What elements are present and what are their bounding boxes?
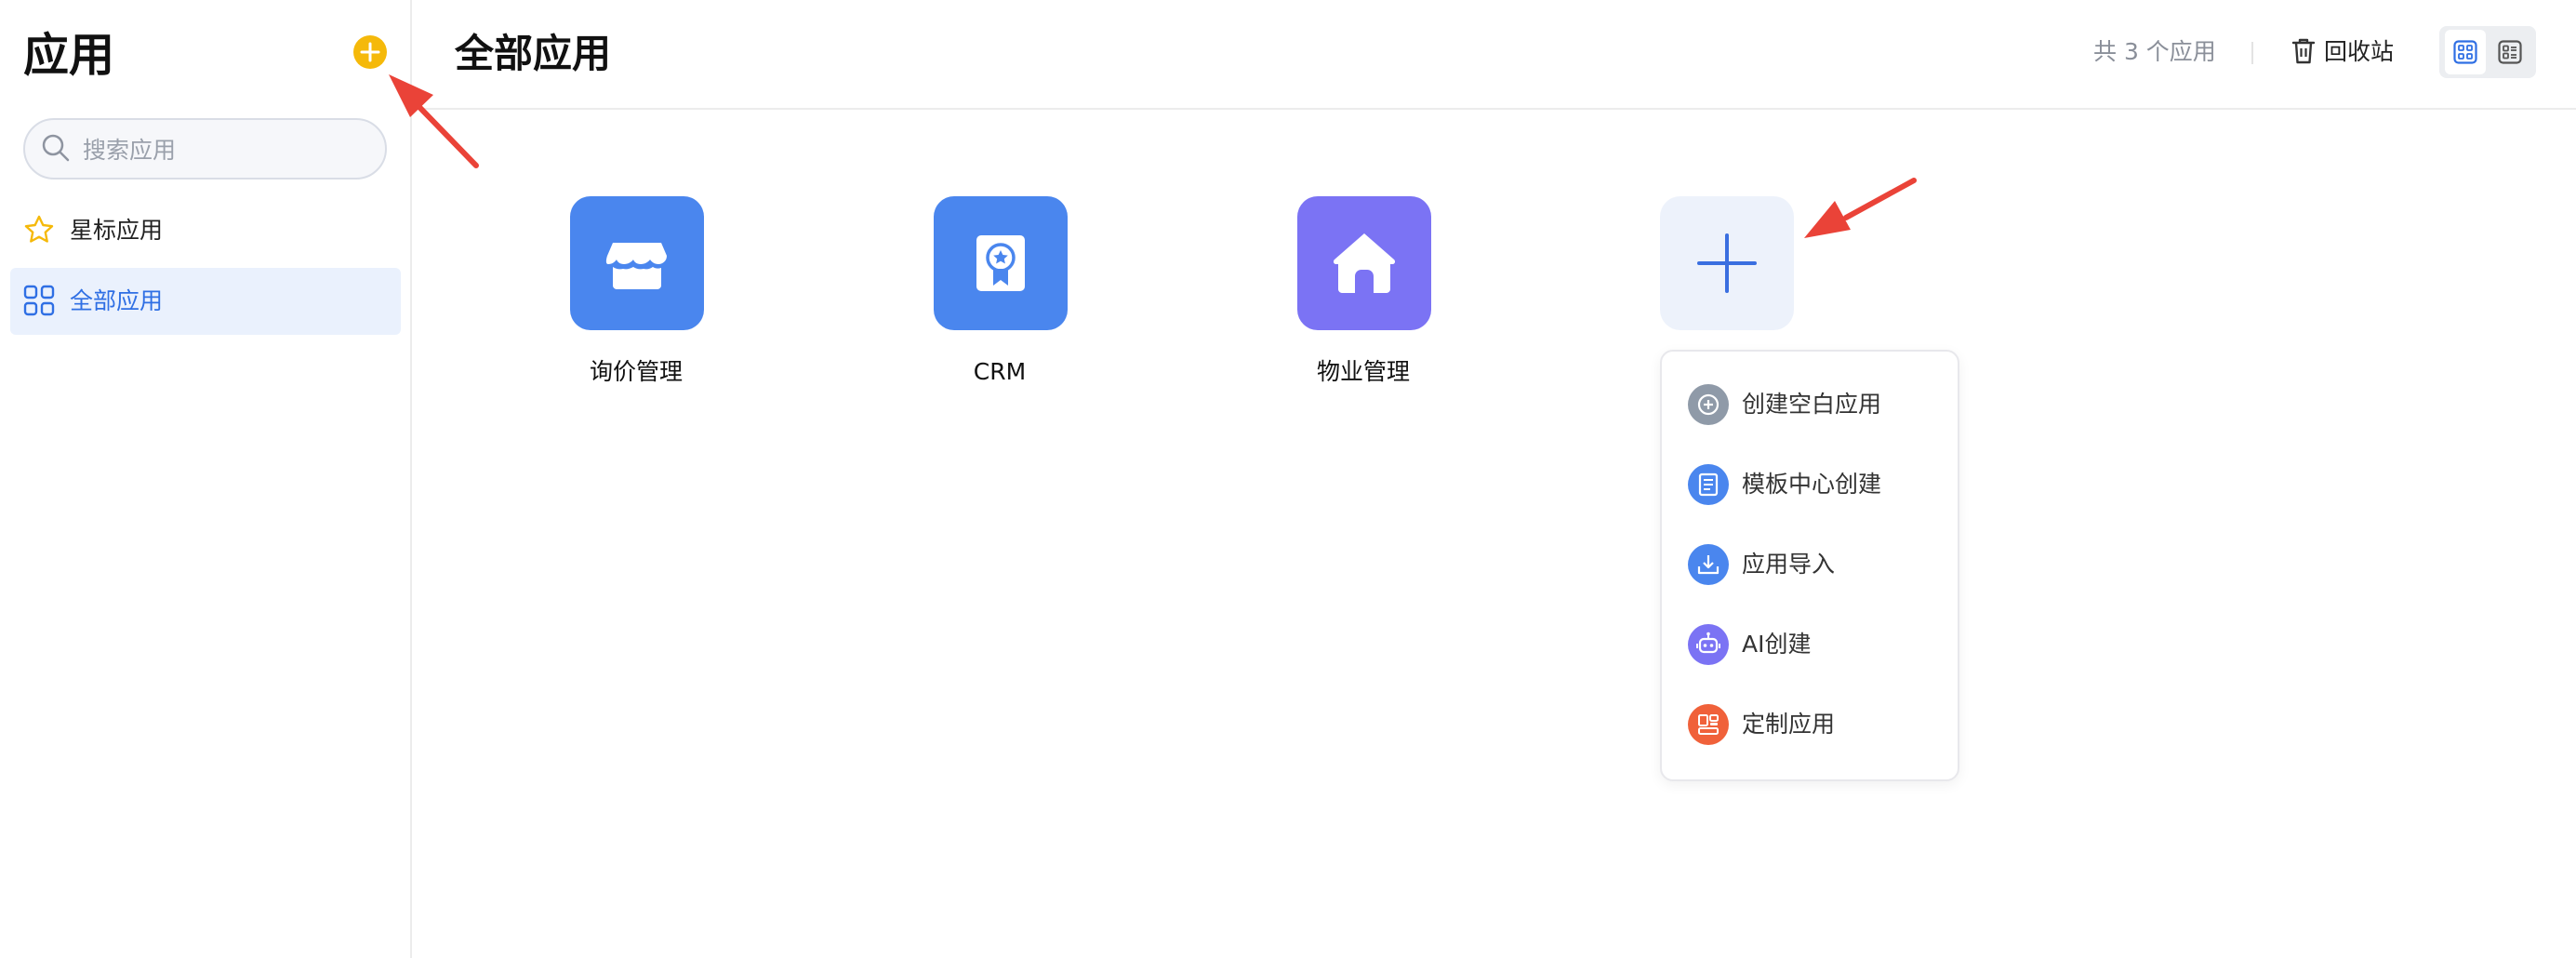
- plus-icon: [360, 42, 380, 62]
- menu-item-custom-app[interactable]: 定制应用: [1662, 685, 1958, 765]
- sidebar-item-starred[interactable]: 星标应用: [10, 197, 401, 264]
- sidebar-title: 应用: [23, 29, 115, 82]
- sidebar: 应用 星标应用 全部应用: [0, 0, 412, 958]
- robot-icon: [1688, 624, 1729, 665]
- badge-icon: [976, 235, 1025, 291]
- create-app-menu: 创建空白应用 模板中心创建 应用导入 AI创建 定制应用: [1660, 350, 1959, 781]
- menu-item-label: 应用导入: [1742, 551, 1836, 578]
- plus-circle-icon: [1688, 384, 1729, 425]
- add-app-button[interactable]: [353, 35, 387, 69]
- import-icon: [1688, 544, 1729, 585]
- app-tile[interactable]: [934, 196, 1068, 330]
- app-name: 询价管理: [589, 358, 683, 385]
- grid-view-button[interactable]: [2445, 30, 2486, 74]
- store-icon: [605, 243, 667, 289]
- page-title: 全部应用: [455, 31, 612, 76]
- create-app-tile[interactable]: [1660, 196, 1794, 330]
- sidebar-item-label: 星标应用: [70, 217, 164, 244]
- header: 全部应用 共 3 个应用 回收站: [412, 0, 2576, 110]
- search-input[interactable]: [81, 129, 373, 170]
- grid-view-icon: [2453, 40, 2477, 64]
- recycle-bin-label: 回收站: [2324, 38, 2395, 65]
- app-name: 物业管理: [1316, 358, 1410, 385]
- grid-icon: [23, 285, 55, 316]
- trash-icon: [2291, 38, 2316, 64]
- app-tile[interactable]: [570, 196, 704, 330]
- menu-item-ai-create[interactable]: AI创建: [1662, 605, 1958, 685]
- sidebar-item-all-apps[interactable]: 全部应用: [10, 268, 401, 335]
- star-icon: [24, 215, 54, 243]
- house-icon: [1333, 233, 1396, 293]
- list-view-button[interactable]: [2490, 30, 2530, 74]
- menu-item-label: 模板中心创建: [1742, 471, 1882, 498]
- menu-item-template[interactable]: 模板中心创建: [1662, 445, 1958, 525]
- menu-item-import[interactable]: 应用导入: [1662, 525, 1958, 605]
- template-icon: [1688, 464, 1729, 505]
- app-item-inquiry[interactable]: 询价管理: [543, 196, 729, 401]
- app-name: CRM: [973, 358, 1027, 385]
- app-item-property[interactable]: 物业管理: [1270, 196, 1456, 401]
- divider: [2251, 42, 2253, 64]
- sidebar-item-label: 全部应用: [70, 287, 164, 314]
- app-count: 共 3 个应用: [2093, 38, 2216, 65]
- arrow-icon: [1804, 178, 1917, 238]
- app-tile[interactable]: [1297, 196, 1431, 330]
- app-item-crm[interactable]: CRM: [907, 196, 1093, 401]
- search-icon: [42, 134, 70, 162]
- search-box[interactable]: [23, 118, 387, 180]
- menu-item-label: AI创建: [1742, 631, 1812, 658]
- custom-app-icon: [1688, 704, 1729, 745]
- menu-item-label: 定制应用: [1742, 711, 1836, 738]
- view-toggle: [2439, 26, 2536, 78]
- plus-icon: [1697, 233, 1757, 293]
- list-view-icon: [2498, 40, 2522, 64]
- menu-item-label: 创建空白应用: [1742, 391, 1882, 418]
- menu-item-blank-app[interactable]: 创建空白应用: [1662, 365, 1958, 445]
